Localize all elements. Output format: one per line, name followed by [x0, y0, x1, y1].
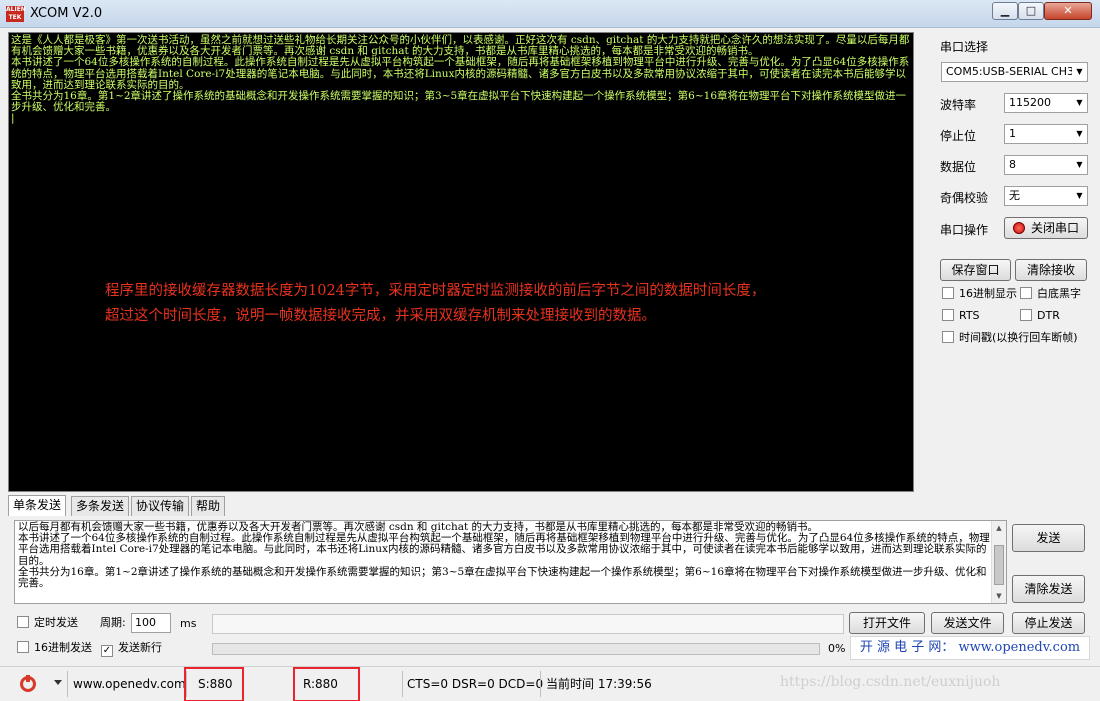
chevron-down-icon: ▼ — [1072, 125, 1087, 143]
save-window-button[interactable]: 保存窗口 — [940, 259, 1011, 281]
maximize-button[interactable]: □ — [1018, 2, 1044, 20]
chevron-down-icon: ▼ — [1072, 156, 1087, 174]
stop-bits-label: 停止位 — [940, 129, 977, 143]
white-background-label: 白底黑字 — [1037, 287, 1081, 300]
checkbox-box — [942, 309, 954, 321]
progress-percent: 0% — [828, 642, 846, 655]
chevron-down-icon[interactable] — [54, 680, 62, 685]
hex-display-checkbox[interactable]: 16进制显示 — [942, 287, 1017, 301]
checkbox-box — [17, 641, 29, 653]
promo-banner[interactable]: 开 源 电 子 网： www.openedv.com — [850, 636, 1090, 660]
white-background-checkbox[interactable]: 白底黑字 — [1020, 287, 1081, 301]
stop-bits-value: 1 — [1009, 127, 1016, 140]
parity-value: 无 — [1009, 189, 1020, 202]
data-bits-label: 数据位 — [940, 160, 977, 174]
checkbox-box — [942, 331, 954, 343]
checkbox-box — [1020, 287, 1032, 299]
chevron-down-icon: ▼ — [1072, 94, 1087, 112]
scroll-down-icon[interactable]: ▼ — [992, 589, 1006, 603]
file-path-field[interactable] — [212, 614, 844, 634]
stop-bits-select[interactable]: 1 ▼ — [1004, 124, 1088, 144]
received-count: R:880 — [303, 677, 338, 691]
chevron-down-icon: ▼ — [1072, 187, 1087, 205]
status-divider — [67, 671, 68, 697]
period-unit: ms — [180, 617, 197, 630]
send-newline-checkbox[interactable]: ✓ 发送新行 — [101, 641, 162, 657]
receive-text-area[interactable]: 这是《人人都是极客》第一次送书活动，虽然之前就想过送些礼物给长期关注公众号的小伙… — [8, 32, 914, 492]
checkbox-box — [1020, 309, 1032, 321]
stop-send-button[interactable]: 停止发送 — [1012, 612, 1085, 634]
port-select-label: 串口选择 — [940, 40, 989, 54]
send-text-area[interactable]: 以后每月都有机会馈赠大家一些书籍，优惠券以及各大开发者门票等。再次感谢 csdn… — [14, 520, 1007, 604]
minimize-button[interactable]: ▁ — [992, 2, 1018, 20]
port-status-led-icon — [1012, 222, 1025, 234]
port-select-value: COM5:USB-SERIAL CH340 — [946, 65, 1088, 78]
dtr-checkbox[interactable]: DTR — [1020, 309, 1060, 323]
scroll-up-icon[interactable]: ▲ — [992, 521, 1006, 535]
send-progress-bar — [212, 643, 820, 655]
clear-receive-button[interactable]: 清除接收 — [1015, 259, 1087, 281]
receive-text: 这是《人人都是极客》第一次送书活动，虽然之前就想过送些礼物给长期关注公众号的小伙… — [11, 34, 910, 125]
title-bar: ALIEN TEK XCOM V2.0 ▁ □ ✕ — [0, 0, 1100, 28]
scroll-thumb[interactable] — [994, 545, 1004, 585]
send-text: 以后每月都有机会馈赠大家一些书籍，优惠券以及各大开发者门票等。再次感谢 csdn… — [18, 521, 990, 590]
sent-count: S:880 — [198, 677, 233, 691]
tab-help[interactable]: 帮助 — [191, 496, 226, 516]
send-newline-label: 发送新行 — [118, 641, 162, 654]
watermark: https://blog.csdn.net/euxnijuoh — [780, 674, 1001, 690]
status-bar: www.openedv.com S:880 R:880 CTS=0 DSR=0 … — [0, 666, 1100, 701]
open-file-button[interactable]: 打开文件 — [849, 612, 925, 634]
baud-rate-select[interactable]: 115200 ▼ — [1004, 93, 1088, 113]
timed-send-checkbox[interactable]: 定时发送 — [17, 616, 78, 630]
hex-display-label: 16进制显示 — [959, 287, 1017, 300]
port-operation-label: 串口操作 — [940, 223, 989, 237]
send-file-button[interactable]: 发送文件 — [931, 612, 1004, 634]
chevron-down-icon: ▼ — [1072, 63, 1087, 81]
current-time: 当前时间 17:39:56 — [546, 677, 652, 691]
checkbox-box — [17, 616, 29, 628]
status-divider — [402, 671, 403, 697]
close-port-label: 关闭串口 — [1030, 221, 1079, 235]
close-port-button[interactable]: 关闭串口 — [1004, 217, 1088, 239]
hex-send-label: 16进制发送 — [34, 641, 92, 654]
settings-gear-icon[interactable] — [20, 675, 36, 692]
timestamp-label: 时间戳(以换行回车断帧) — [959, 331, 1078, 344]
baud-rate-label: 波特率 — [940, 98, 977, 112]
hex-send-checkbox[interactable]: 16进制发送 — [17, 641, 92, 655]
clear-send-button[interactable]: 清除发送 — [1012, 575, 1085, 603]
receive-annotation: 程序里的接收缓存器数据长度为1024字节，采用定时器定时监测接收的前后字节之间的… — [105, 283, 766, 324]
modem-signals: CTS=0 DSR=0 DCD=0 — [407, 677, 544, 691]
port-select[interactable]: COM5:USB-SERIAL CH340 ▼ — [941, 62, 1088, 82]
timestamp-checkbox[interactable]: 时间戳(以换行回车断帧) — [942, 331, 1078, 345]
window-title: XCOM V2.0 — [30, 6, 103, 21]
close-window-button[interactable]: ✕ — [1044, 2, 1092, 20]
app-logo-icon: ALIEN TEK — [6, 6, 26, 22]
status-site-link[interactable]: www.openedv.com — [73, 674, 186, 694]
tab-single-send[interactable]: 单条发送 — [8, 495, 67, 516]
tab-multi-send[interactable]: 多条发送 — [71, 496, 130, 516]
send-scrollbar[interactable]: ▲ ▼ — [991, 521, 1006, 603]
status-divider — [540, 671, 541, 697]
period-input[interactable]: 100 — [131, 613, 171, 633]
checkbox-box — [942, 287, 954, 299]
send-button[interactable]: 发送 — [1012, 524, 1085, 552]
period-label: 周期: — [100, 616, 126, 629]
checkmark-icon: ✓ — [101, 645, 113, 657]
parity-label: 奇偶校验 — [940, 191, 989, 205]
timed-send-label: 定时发送 — [34, 616, 78, 629]
rts-checkbox[interactable]: RTS — [942, 309, 980, 323]
tab-protocol[interactable]: 协议传输 — [131, 496, 190, 516]
data-bits-value: 8 — [1009, 158, 1016, 171]
baud-rate-value: 115200 — [1009, 96, 1051, 109]
parity-select[interactable]: 无 ▼ — [1004, 186, 1088, 206]
dtr-label: DTR — [1037, 309, 1060, 322]
rts-label: RTS — [959, 309, 980, 322]
data-bits-select[interactable]: 8 ▼ — [1004, 155, 1088, 175]
